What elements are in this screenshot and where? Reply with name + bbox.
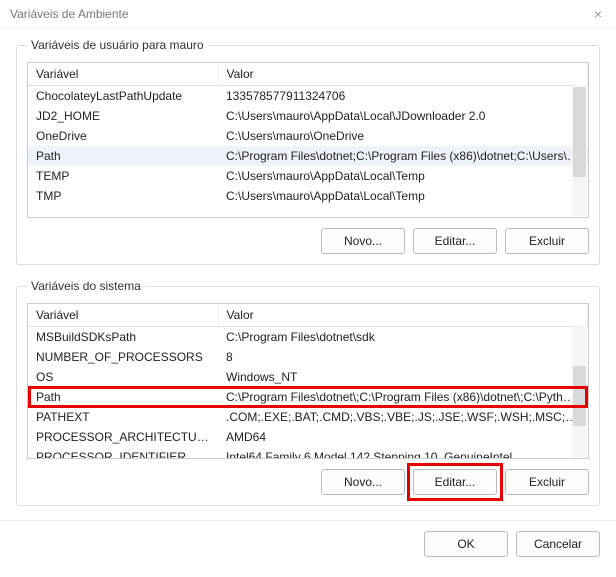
cancel-button[interactable]: Cancelar [516,531,600,557]
cell-variable: NUMBER_OF_PROCESSORS [28,347,218,367]
cell-variable: OS [28,367,218,387]
system-variables-legend: Variáveis do sistema [27,279,145,293]
system-new-button[interactable]: Novo... [321,469,405,495]
cell-variable: MSBuildSDKsPath [28,327,218,348]
cell-value: C:\Users\mauro\AppData\Local\Temp [218,186,588,206]
user-edit-button[interactable]: Editar... [413,228,497,254]
dialog-footer: OK Cancelar [0,520,616,573]
cell-value: .COM;.EXE;.BAT;.CMD;.VBS;.VBE;.JS;.JSE;.… [218,407,588,427]
cell-value: C:\Users\mauro\AppData\Local\JDownloader… [218,106,588,126]
table-row[interactable]: PATHEXT.COM;.EXE;.BAT;.CMD;.VBS;.VBE;.JS… [28,407,588,427]
cell-value: C:\Program Files\dotnet\sdk [218,327,588,348]
ok-button[interactable]: OK [424,531,508,557]
cell-variable: Path [28,146,218,166]
cell-variable: PROCESSOR_IDENTIFIER [28,447,218,459]
cell-variable: TEMP [28,166,218,186]
scrollbar[interactable] [572,326,587,457]
user-variables-group: Variáveis de usuário para mauro Variável… [16,38,600,265]
user-col-variable[interactable]: Variável [28,63,218,86]
cell-variable: PROCESSOR_ARCHITECTURE [28,427,218,447]
cell-value: C:\Users\mauro\AppData\Local\Temp [218,166,588,186]
cell-variable: JD2_HOME [28,106,218,126]
table-row[interactable]: NUMBER_OF_PROCESSORS8 [28,347,588,367]
scroll-thumb[interactable] [573,366,586,426]
cell-value: 8 [218,347,588,367]
cell-variable: TMP [28,186,218,206]
user-variables-table-wrap: Variável Valor ChocolateyLastPathUpdate1… [27,62,589,218]
table-row[interactable]: PROCESSOR_ARCHITECTUREAMD64 [28,427,588,447]
system-edit-button[interactable]: Editar... [413,469,497,495]
system-variables-table-wrap: Variável Valor MSBuildSDKsPathC:\Program… [27,303,589,459]
table-row[interactable]: OSWindows_NT [28,367,588,387]
user-variables-legend: Variáveis de usuário para mauro [27,38,208,52]
system-variables-group: Variáveis do sistema Variável Valor MSBu… [16,279,600,506]
scrollbar[interactable] [572,85,587,216]
table-row[interactable]: TMPC:\Users\mauro\AppData\Local\Temp [28,186,588,206]
cell-value: Intel64 Family 6 Model 142 Stepping 10, … [218,447,588,459]
table-row[interactable]: OneDriveC:\Users\mauro\OneDrive [28,126,588,146]
cell-value: C:\Program Files\dotnet;C:\Program Files… [218,146,588,166]
system-variables-table[interactable]: Variável Valor MSBuildSDKsPathC:\Program… [28,304,588,459]
cell-variable: Path [28,387,218,407]
system-col-value[interactable]: Valor [218,304,588,327]
table-row[interactable]: ChocolateyLastPathUpdate1335785779113247… [28,86,588,107]
cell-value: Windows_NT [218,367,588,387]
system-delete-button[interactable]: Excluir [505,469,589,495]
table-row[interactable]: TEMPC:\Users\mauro\AppData\Local\Temp [28,166,588,186]
cell-variable: ChocolateyLastPathUpdate [28,86,218,107]
scroll-thumb[interactable] [573,87,586,177]
window-title: Variáveis de Ambiente [10,0,129,28]
table-row[interactable]: MSBuildSDKsPathC:\Program Files\dotnet\s… [28,327,588,348]
user-variables-table[interactable]: Variável Valor ChocolateyLastPathUpdate1… [28,63,588,206]
table-row[interactable]: PathC:\Program Files\dotnet\;C:\Program … [28,387,588,407]
cell-value: C:\Program Files\dotnet\;C:\Program File… [218,387,588,407]
user-new-button[interactable]: Novo... [321,228,405,254]
cell-value: AMD64 [218,427,588,447]
table-row[interactable]: PROCESSOR_IDENTIFIERIntel64 Family 6 Mod… [28,447,588,459]
user-col-value[interactable]: Valor [218,63,588,86]
system-col-variable[interactable]: Variável [28,304,218,327]
cell-value: 133578577911324706 [218,86,588,107]
cell-variable: OneDrive [28,126,218,146]
user-delete-button[interactable]: Excluir [505,228,589,254]
cell-variable: PATHEXT [28,407,218,427]
close-icon[interactable]: × [590,0,606,28]
table-row[interactable]: JD2_HOMEC:\Users\mauro\AppData\Local\JDo… [28,106,588,126]
cell-value: C:\Users\mauro\OneDrive [218,126,588,146]
title-bar: Variáveis de Ambiente × [0,0,616,28]
table-row[interactable]: PathC:\Program Files\dotnet;C:\Program F… [28,146,588,166]
